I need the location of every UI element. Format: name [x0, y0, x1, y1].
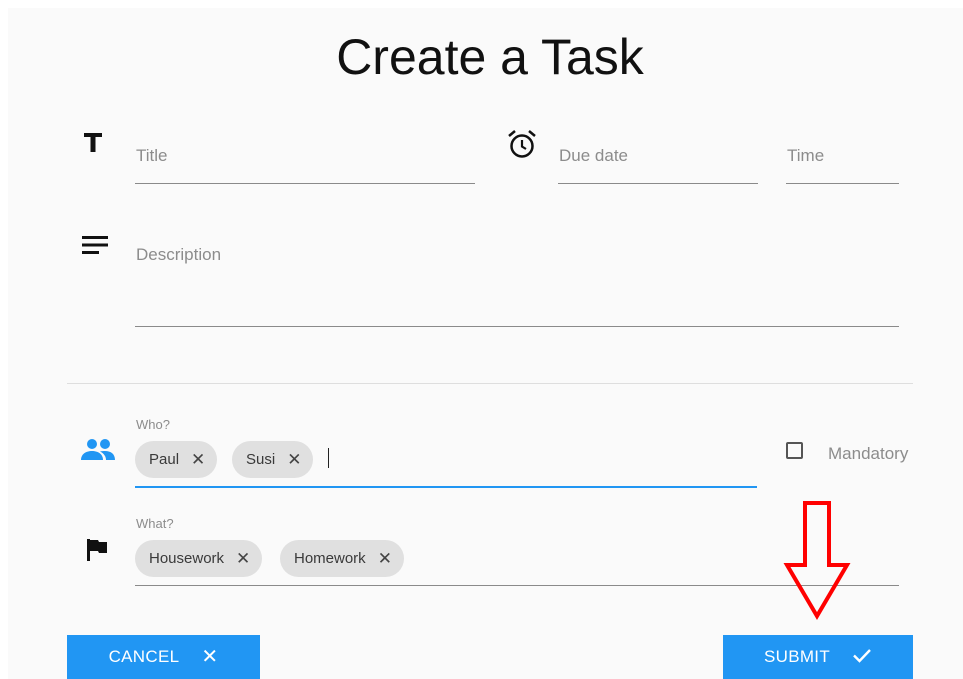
section-divider [67, 383, 913, 384]
close-icon[interactable]: ✕ [287, 451, 301, 468]
description-icon [82, 236, 108, 261]
chip-label: Housework [149, 550, 225, 567]
what-chip-housework[interactable]: Housework ✕ [135, 540, 263, 577]
chip-label: Susi [246, 451, 276, 468]
mandatory-checkbox[interactable] [786, 442, 803, 459]
description-underline [135, 326, 899, 327]
submit-button-label: SUBMIT [763, 647, 831, 666]
submit-button[interactable]: SUBMIT [723, 635, 913, 679]
due-date-input[interactable]: Due date [559, 146, 628, 166]
close-icon[interactable]: ✕ [236, 550, 250, 567]
who-input-underline [135, 486, 757, 488]
check-icon [852, 647, 872, 667]
time-input[interactable]: Time [787, 146, 824, 166]
due-date-underline [558, 183, 758, 184]
time-underline [786, 183, 899, 184]
who-label: Who? [136, 417, 170, 432]
who-input-caret[interactable] [328, 448, 329, 468]
people-icon [80, 438, 116, 467]
red-down-arrow-icon [782, 500, 852, 625]
description-input[interactable]: Description [136, 245, 221, 265]
chip-label: Paul [149, 451, 180, 468]
who-chip-paul[interactable]: Paul ✕ [135, 441, 218, 478]
title-icon [82, 131, 104, 158]
close-icon[interactable]: ✕ [378, 550, 392, 567]
alarm-clock-icon [506, 128, 538, 165]
page-title: Create a Task [336, 29, 644, 85]
chip-label: Homework [294, 550, 366, 567]
flag-icon [86, 538, 108, 567]
close-icon: ✕ [201, 646, 219, 668]
cancel-button[interactable]: CANCEL ✕ [67, 635, 260, 679]
title-input-underline [135, 183, 475, 184]
close-icon[interactable]: ✕ [191, 451, 205, 468]
what-chip-homework[interactable]: Homework ✕ [280, 540, 404, 577]
cancel-button-label: CANCEL [108, 647, 180, 666]
who-chip-susi[interactable]: Susi ✕ [232, 441, 314, 478]
mandatory-label: Mandatory [828, 444, 909, 463]
title-input[interactable]: Title [136, 146, 168, 166]
what-label: What? [136, 516, 174, 531]
